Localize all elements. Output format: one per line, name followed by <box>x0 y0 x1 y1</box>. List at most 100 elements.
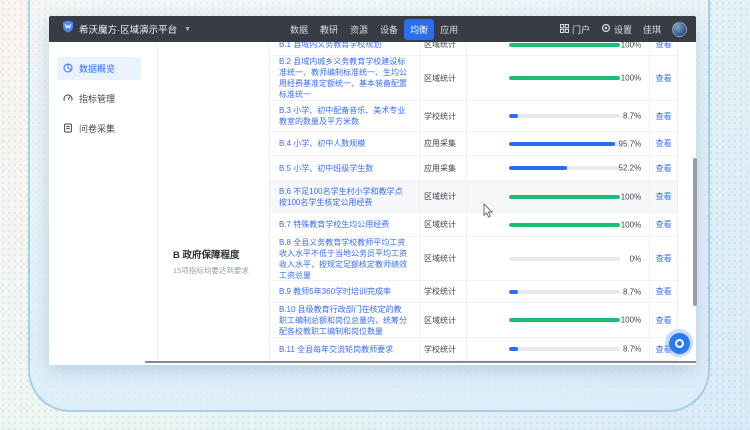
indicator-link[interactable]: B.6 不足100名学生村小学和教学点按100名学生核定公用经费 <box>270 184 419 210</box>
indicator-table: B 政府保障程度 15项指标均要达到要求 B.1 县域内义务教育学校规划 区域统… <box>157 42 678 361</box>
sidebar: 数据概览指标管理问卷采集 <box>49 42 149 365</box>
progress-bar <box>509 290 620 294</box>
progress-percent: 95.7% <box>619 139 642 148</box>
progress-cell: 8.7% <box>466 101 650 131</box>
action-cell: 查看 <box>649 56 677 100</box>
collect-type-label: 学校统计 <box>419 281 466 302</box>
progress-bar-fill <box>509 114 519 118</box>
view-link[interactable]: 查看 <box>656 111 672 122</box>
sidebar-item-指标管理[interactable]: 指标管理 <box>57 87 141 110</box>
nav-item-资源[interactable]: 资源 <box>344 19 374 40</box>
category-cell: B 政府保障程度 15项指标均要达到要求 <box>173 247 269 276</box>
view-link[interactable]: 查看 <box>656 191 672 202</box>
indicator-link[interactable]: B.8 全县义务教育学校教师平均工资收入水平不低于当地公务员平均工资收入水平，按… <box>270 235 419 283</box>
settings-label: 设置 <box>614 23 632 36</box>
view-link[interactable]: 查看 <box>656 138 672 149</box>
brand[interactable]: 希沃魔方·区域演示平台 ▼ <box>49 20 191 38</box>
table-row: B.6 不足100名学生村小学和教学点按100名学生核定公用经费 区域统计 10… <box>270 181 677 213</box>
indicator-link[interactable]: B.1 县域内义务教育学校规划 <box>270 42 419 52</box>
progress-percent: 100% <box>621 74 641 83</box>
progress-bar <box>509 114 620 118</box>
portal-button[interactable]: 门户 <box>560 23 590 36</box>
sidebar-item-label: 数据概览 <box>79 62 115 75</box>
progress-cell: 0% <box>466 237 650 280</box>
table-bottom-edge <box>145 361 696 363</box>
sidebar-item-数据概览[interactable]: 数据概览 <box>57 57 141 80</box>
collect-type-label: 区域统计 <box>419 303 466 337</box>
view-link[interactable]: 查看 <box>656 73 672 84</box>
progress-cell: 100% <box>466 213 650 236</box>
nav-item-均衡[interactable]: 均衡 <box>404 19 434 40</box>
action-cell: 查看 <box>649 213 677 236</box>
progress-bar-fill <box>509 223 620 227</box>
progress-bar-fill <box>509 76 620 80</box>
progress-bar-fill <box>509 166 567 170</box>
action-cell: 查看 <box>649 42 677 55</box>
progress-percent: 100% <box>621 192 641 201</box>
portal-grid-icon <box>560 24 569 35</box>
sidebar-item-label: 问卷采集 <box>79 122 115 135</box>
indicator-link[interactable]: B.4 小学、初中人数规模 <box>270 136 419 151</box>
view-link[interactable]: 查看 <box>656 315 672 326</box>
nav-item-数据[interactable]: 数据 <box>284 19 314 40</box>
indicator-link[interactable]: B.3 小学、初中配备音乐、美术专业教室的数量及平方米数 <box>270 103 419 129</box>
table-row: B.3 小学、初中配备音乐、美术专业教室的数量及平方米数 学校统计 8.7% 查… <box>270 101 677 132</box>
vertical-scrollbar[interactable] <box>693 158 697 306</box>
view-link[interactable]: 查看 <box>656 253 672 264</box>
indicator-link[interactable]: B.11 全县每年交流轮岗教师要求 <box>270 342 419 357</box>
collect-type-label: 区域统计 <box>419 237 466 280</box>
nav-item-设备[interactable]: 设备 <box>374 19 404 40</box>
view-link[interactable]: 查看 <box>656 286 672 297</box>
navbar-right: 门户 设置 佳琪 <box>560 16 687 42</box>
table-row: B.4 小学、初中人数规模 应用采集 95.7% 查看 <box>270 132 677 156</box>
view-link[interactable]: 查看 <box>656 42 672 50</box>
chevron-down-icon[interactable]: ▼ <box>184 26 191 33</box>
progress-bar <box>509 43 620 47</box>
sidebar-item-label: 指标管理 <box>79 92 115 105</box>
category-subtitle: 15项指标均要达到要求 <box>173 265 269 276</box>
app-window: 希沃魔方·区域演示平台 ▼ 数据教研资源设备均衡应用 门户 设置 佳琪 数据概览… <box>49 16 696 365</box>
nav-item-应用[interactable]: 应用 <box>434 19 464 40</box>
action-cell: 查看 <box>649 181 677 212</box>
indicator-link[interactable]: B.10 县级教育行政部门在核定的教职工编制总额和岗位总量内，统筹分配各校教职工… <box>270 302 419 339</box>
collect-type-label: 区域统计 <box>419 213 466 236</box>
table-row: B.7 特殊教育学校生均公用经费 区域统计 100% 查看 <box>270 213 677 237</box>
progress-bar-fill <box>509 195 620 199</box>
progress-bar <box>509 195 620 199</box>
progress-cell: 52.2% <box>466 156 650 180</box>
indicator-link[interactable]: B.5 小学、初中班级学生数 <box>270 161 419 176</box>
nav-item-教研[interactable]: 教研 <box>314 19 344 40</box>
collect-type-label: 学校统计 <box>419 101 466 131</box>
username[interactable]: 佳琪 <box>643 23 661 36</box>
table-row: B.5 小学、初中班级学生数 应用采集 52.2% 查看 <box>270 156 677 181</box>
settings-button[interactable]: 设置 <box>601 23 632 36</box>
progress-percent: 8.7% <box>623 287 641 296</box>
portal-label: 门户 <box>572 23 590 36</box>
progress-percent: 100% <box>621 42 641 49</box>
action-cell: 查看 <box>649 281 677 302</box>
indicator-link[interactable]: B.9 教师5年360学时培训完成率 <box>270 284 419 299</box>
collect-type-label: 学校统计 <box>419 338 466 360</box>
collect-type-label: 区域统计 <box>419 181 466 212</box>
collect-type-label: 区域统计 <box>419 56 466 100</box>
user-avatar[interactable] <box>672 22 687 37</box>
indicator-link[interactable]: B.7 特殊教育学校生均公用经费 <box>270 217 419 232</box>
progress-bar <box>509 223 620 227</box>
progress-bar-fill <box>509 142 615 146</box>
collect-type-label: 应用采集 <box>419 132 466 155</box>
sidebar-item-问卷采集[interactable]: 问卷采集 <box>57 117 141 140</box>
action-cell: 查看 <box>649 156 677 180</box>
table-row: B.9 教师5年360学时培训完成率 学校统计 8.7% 查看 <box>270 281 677 303</box>
progress-bar <box>509 76 620 80</box>
progress-percent: 8.7% <box>623 112 641 121</box>
table-row: B.8 全县义务教育学校教师平均工资收入水平不低于当地公务员平均工资收入水平，按… <box>270 237 677 281</box>
chat-support-button[interactable] <box>665 329 693 357</box>
view-link[interactable]: 查看 <box>656 219 672 230</box>
action-cell: 查看 <box>649 132 677 155</box>
progress-percent: 100% <box>621 220 641 229</box>
view-link[interactable]: 查看 <box>656 163 672 174</box>
indicator-link[interactable]: B.2 县域内城乡义务教育学校建设标准统一、教师编制标准统一、生均公用经费基准定… <box>270 54 419 102</box>
progress-bar <box>509 347 620 351</box>
progress-bar <box>509 142 620 146</box>
progress-bar-fill <box>509 43 620 47</box>
